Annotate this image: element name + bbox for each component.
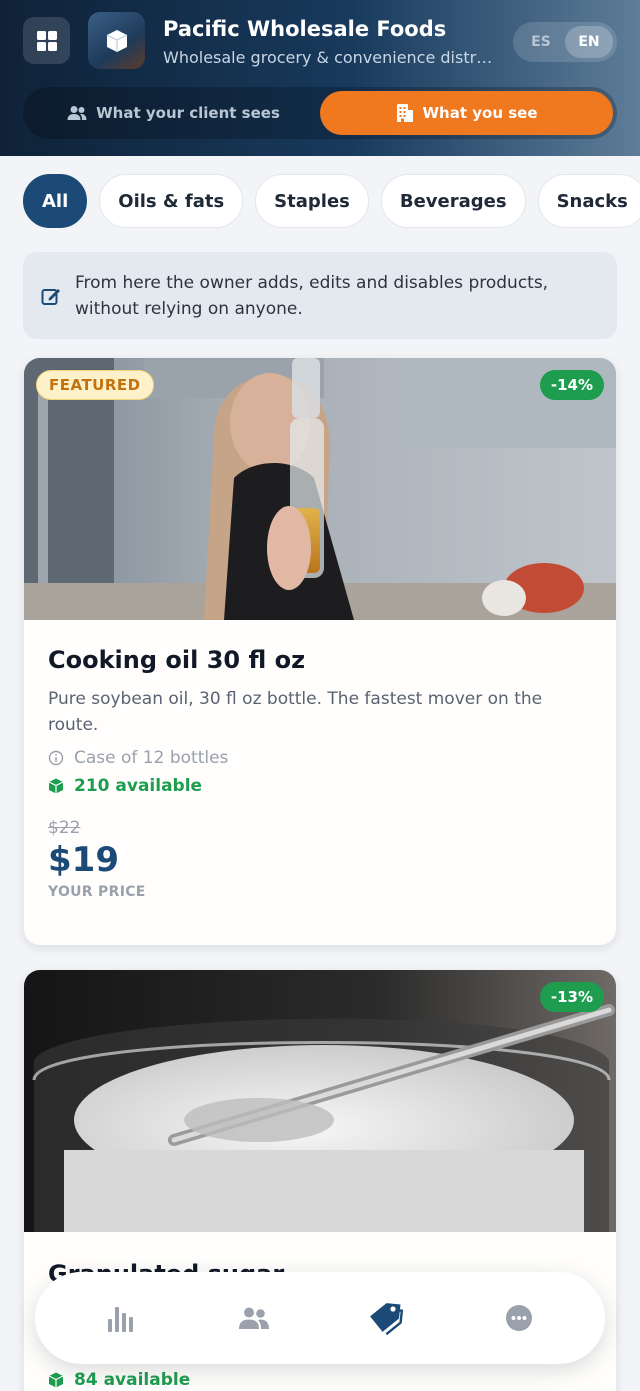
category-filter: All Oils & fats Staples Beverages Snacks…	[23, 174, 640, 228]
lang-en[interactable]: EN	[565, 26, 613, 58]
info-icon	[48, 750, 64, 766]
chip-snacks[interactable]: Snacks	[537, 174, 640, 228]
cube-icon	[48, 778, 64, 794]
product-title: Cooking oil 30 fl oz	[48, 646, 306, 674]
app-header: Pacific Wholesale Foods Wholesale grocer…	[0, 0, 640, 156]
language-switch: ES EN	[513, 22, 617, 62]
chip-oils-fats[interactable]: Oils & fats	[99, 174, 244, 228]
product-image: FEATURED -14%	[24, 358, 616, 620]
users-icon	[67, 106, 87, 120]
chip-all[interactable]: All	[23, 174, 88, 228]
building-icon	[396, 104, 413, 122]
stock-text: 210 available	[74, 776, 203, 796]
cube-icon	[48, 1372, 64, 1388]
notice-text: From here the owner adds, edits and disa…	[75, 272, 549, 319]
nav-clients[interactable]	[219, 1288, 289, 1348]
stats-icon	[108, 1307, 134, 1332]
stock-text: 84 available	[74, 1370, 191, 1390]
discount-badge: -13%	[539, 982, 604, 1012]
product-card[interactable]: FEATURED -14% Cooking oil 30 fl oz Pure …	[24, 358, 616, 945]
product-image: -13%	[24, 970, 616, 1232]
pack-text: Case of 12 bottles	[74, 748, 229, 768]
nav-products[interactable]	[351, 1288, 421, 1348]
client-view-label: What your client sees	[96, 104, 280, 122]
products-icon	[370, 1303, 404, 1335]
nav-stats[interactable]	[86, 1288, 156, 1348]
pack-info: Case of 12 bottles	[48, 748, 592, 768]
grid-icon	[36, 30, 57, 51]
old-price: $22	[48, 818, 81, 838]
box-icon	[106, 29, 127, 52]
nav-more[interactable]	[484, 1288, 554, 1348]
brand-logo	[88, 12, 145, 69]
price-label: YOUR PRICE	[48, 884, 146, 900]
view-toggle: What your client sees What you see	[23, 87, 617, 139]
stock-info: 210 available	[48, 776, 592, 796]
lang-es[interactable]: ES	[517, 26, 565, 58]
stock-info: 84 available	[48, 1370, 190, 1390]
brand-name: Pacific Wholesale Foods	[163, 17, 447, 41]
edit-icon	[41, 288, 60, 305]
chip-beverages[interactable]: Beverages	[380, 174, 526, 228]
chip-staples[interactable]: Staples	[255, 174, 369, 228]
client-view-button[interactable]: What your client sees	[27, 91, 320, 135]
product-description: Pure soybean oil, 30 fl oz bottle. The f…	[48, 689, 543, 735]
owner-view-button[interactable]: What you see	[320, 91, 613, 135]
discount-badge: -14%	[539, 370, 604, 400]
bottom-nav	[35, 1272, 605, 1364]
owner-notice: From here the owner adds, edits and disa…	[23, 252, 617, 339]
more-icon	[505, 1305, 532, 1331]
price: $19	[48, 840, 119, 880]
brand-subtitle: Wholesale grocery & convenience distri..…	[163, 48, 493, 67]
menu-button[interactable]	[23, 17, 70, 64]
featured-badge: FEATURED	[36, 370, 154, 400]
owner-view-label: What you see	[422, 104, 538, 122]
clients-icon	[238, 1307, 269, 1329]
